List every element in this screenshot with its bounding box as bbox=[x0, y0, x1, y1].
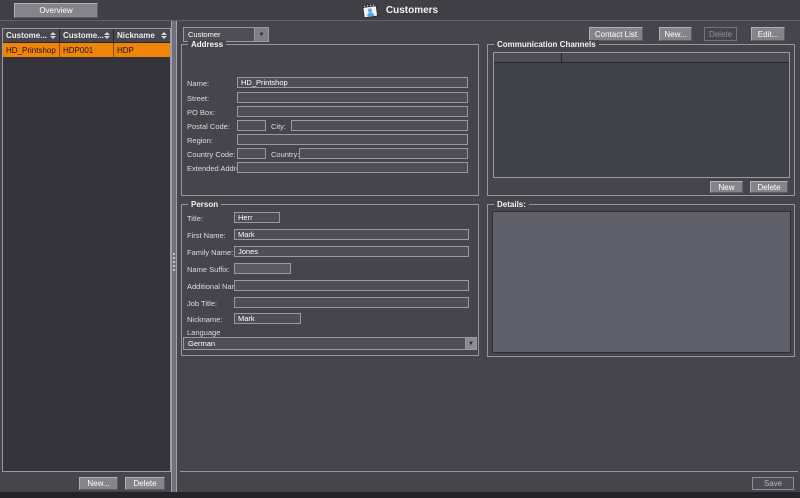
toolbar-delete-button[interactable]: Delete bbox=[704, 27, 737, 41]
person-group: Person Title: First Name: Family Name: N… bbox=[181, 204, 479, 356]
country-field[interactable] bbox=[299, 148, 468, 159]
extended-address-field[interactable] bbox=[237, 162, 468, 173]
language-label: Language bbox=[187, 328, 220, 337]
splitter-grip-icon bbox=[173, 253, 175, 271]
channels-table bbox=[493, 52, 790, 178]
city-field[interactable] bbox=[291, 120, 468, 131]
window-bottom-edge bbox=[0, 492, 800, 498]
chevron-down-icon: ▼ bbox=[254, 28, 268, 41]
title-field[interactable] bbox=[234, 212, 280, 223]
pobox-label: PO Box: bbox=[187, 108, 215, 117]
communication-channels-title: Communication Channels bbox=[494, 40, 599, 49]
rolodex-icon bbox=[362, 3, 379, 19]
address-group-title: Address bbox=[188, 40, 226, 49]
name-suffix-field[interactable] bbox=[234, 263, 291, 274]
job-title-field[interactable] bbox=[234, 297, 469, 308]
city-label: City: bbox=[271, 122, 286, 131]
sort-icon bbox=[50, 32, 56, 39]
country-code-label: Country Code: bbox=[187, 150, 235, 159]
title-bar: Overview Customers bbox=[0, 0, 800, 21]
contact-list-button[interactable]: Contact List bbox=[589, 27, 643, 41]
channels-column-1[interactable] bbox=[494, 53, 562, 62]
customer-table-header: Custome... Custome... Nickname bbox=[3, 29, 170, 43]
nickname-label: Nickname: bbox=[187, 315, 222, 324]
family-name-label: Family Name: bbox=[187, 248, 233, 257]
bottom-separator bbox=[180, 471, 798, 472]
sort-icon bbox=[161, 32, 167, 39]
family-name-field[interactable] bbox=[234, 246, 469, 257]
channels-column-2[interactable] bbox=[562, 53, 789, 62]
chevron-down-icon: ▼ bbox=[465, 338, 476, 349]
panel-splitter[interactable] bbox=[171, 21, 177, 492]
name-label: Name: bbox=[187, 79, 209, 88]
column-header-customer-id[interactable]: Custome... bbox=[60, 29, 114, 42]
overview-button[interactable]: Overview bbox=[14, 3, 98, 18]
country-label: Country: bbox=[271, 150, 299, 159]
street-field[interactable] bbox=[237, 92, 468, 103]
address-group: Address Name: Street: PO Box: Postal Cod… bbox=[181, 44, 479, 196]
cell-customer-id: HDP001 bbox=[60, 43, 114, 57]
first-name-field[interactable] bbox=[234, 229, 469, 240]
customer-table: Custome... Custome... Nickname HD_Prints… bbox=[2, 28, 171, 472]
channels-empty-area bbox=[494, 63, 789, 177]
channel-delete-button[interactable]: Delete bbox=[750, 181, 788, 193]
sort-icon bbox=[104, 32, 110, 39]
customer-new-button[interactable]: New... bbox=[79, 477, 118, 490]
first-name-label: First Name: bbox=[187, 231, 226, 240]
nickname-field[interactable] bbox=[234, 313, 301, 324]
cell-customer-name: HD_Printshop bbox=[3, 43, 60, 57]
language-value: German bbox=[184, 338, 465, 349]
postal-code-field[interactable] bbox=[237, 120, 266, 131]
street-label: Street: bbox=[187, 94, 209, 103]
name-field[interactable] bbox=[237, 77, 468, 88]
customer-delete-button[interactable]: Delete bbox=[125, 477, 165, 490]
cell-nickname: HDP bbox=[114, 43, 170, 57]
additional-name-field[interactable] bbox=[234, 280, 469, 291]
toolbar-edit-button[interactable]: Edit... bbox=[751, 27, 785, 41]
communication-channels-group: Communication Channels New Delete bbox=[487, 44, 795, 196]
region-field[interactable] bbox=[237, 134, 468, 145]
language-dropdown[interactable]: German ▼ bbox=[183, 337, 477, 350]
pobox-field[interactable] bbox=[237, 106, 468, 117]
toolbar-new-button[interactable]: New... bbox=[659, 27, 692, 41]
column-header-customer-name[interactable]: Custome... bbox=[3, 29, 60, 42]
save-button[interactable]: Save bbox=[752, 477, 794, 490]
window-title-group: Customers bbox=[362, 0, 438, 21]
details-group-title: Details: bbox=[494, 200, 529, 209]
channels-table-header bbox=[494, 53, 789, 63]
customer-row-selected[interactable]: HD_Printshop HDP001 HDP bbox=[3, 43, 170, 57]
customers-window: Overview Customers bbox=[0, 0, 800, 498]
region-label: Region: bbox=[187, 136, 213, 145]
name-suffix-label: Name Suffix: bbox=[187, 265, 230, 274]
channel-new-button[interactable]: New bbox=[710, 181, 743, 193]
column-header-nickname[interactable]: Nickname bbox=[114, 29, 170, 42]
details-group: Details: bbox=[487, 204, 795, 357]
country-code-field[interactable] bbox=[237, 148, 266, 159]
person-group-title: Person bbox=[188, 200, 221, 209]
job-title-label: Job Title: bbox=[187, 299, 217, 308]
page-title: Customers bbox=[386, 5, 438, 16]
customer-table-empty-area bbox=[3, 57, 170, 473]
title-label: Title: bbox=[187, 214, 203, 223]
details-textarea[interactable] bbox=[492, 211, 791, 353]
postal-code-label: Postal Code: bbox=[187, 122, 230, 131]
